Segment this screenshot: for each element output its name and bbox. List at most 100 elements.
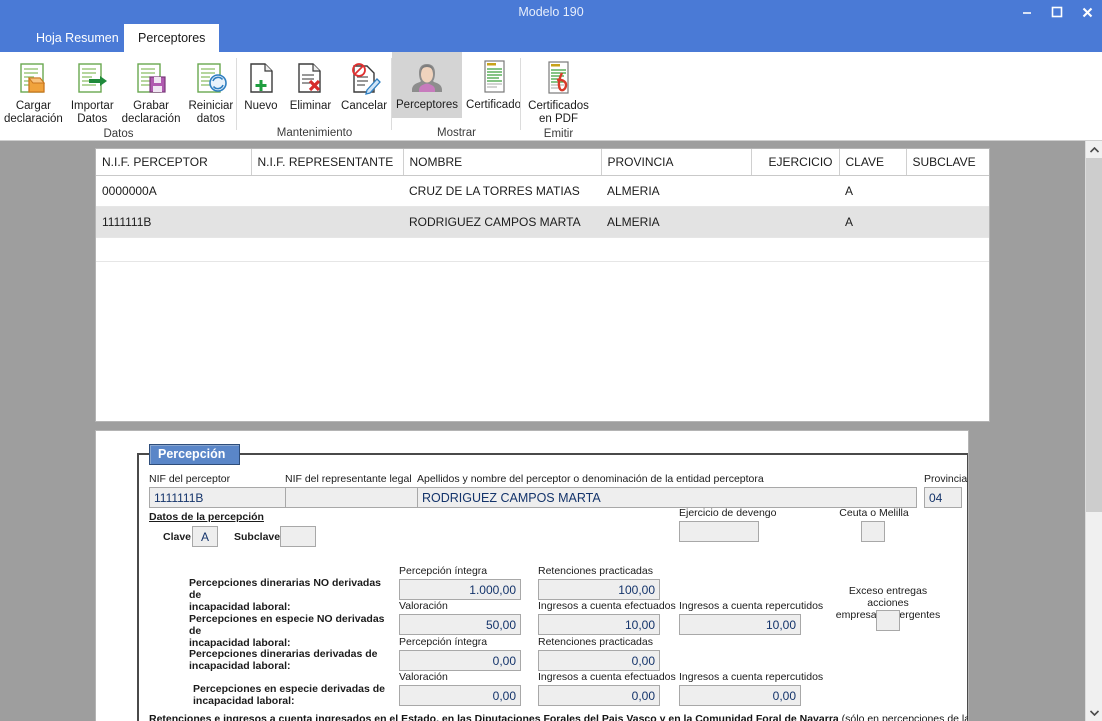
ribbon: Cargar declaración Importar Datos Grabar… — [0, 52, 1102, 141]
document-refresh-icon — [191, 58, 231, 100]
cell-subclave — [906, 175, 989, 207]
label-ceuta-melilla: Ceuta o Melilla — [839, 507, 909, 519]
column-header-nif-representante[interactable]: N.I.F. REPRESENTANTE — [251, 149, 404, 176]
table-row-empty — [96, 237, 989, 262]
vertical-scrollbar[interactable] — [1085, 141, 1102, 721]
ingresos-cuenta-repercutidos-2-input[interactable] — [679, 614, 801, 635]
provincia-input[interactable] — [924, 487, 962, 508]
ribbon-button-label: Cancelar — [341, 100, 388, 112]
cell-subclave — [906, 206, 989, 238]
person-icon — [407, 57, 447, 99]
ribbon-button-reiniciar-datos[interactable]: Reiniciar datos — [184, 56, 237, 126]
label-percepciones-especie-incapacidad: Percepciones en especie derivadas de inc… — [193, 683, 386, 707]
cell-clave: A — [839, 206, 906, 238]
ingresos-cuenta-repercutidos-4-input[interactable] — [679, 685, 801, 706]
label-percepciones-dinerarias-incapacidad: Percepciones dinerarias derivadas de inc… — [189, 648, 378, 672]
chevron-down-icon[interactable] — [1086, 704, 1102, 721]
ribbon-button-cancelar[interactable]: Cancelar — [337, 56, 391, 113]
label-clave: Clave: — [163, 531, 195, 543]
column-header-nombre[interactable]: NOMBRE — [403, 149, 602, 176]
label-percepciones-dinerarias-no-incapacidad: Percepciones dinerarias NO derivadas de … — [189, 577, 382, 613]
cell-nif-representante — [251, 175, 403, 207]
retenciones-practicadas-1-input[interactable] — [538, 579, 660, 600]
column-header-ejercicio[interactable]: EJERCICIO — [751, 149, 840, 176]
nif-perceptor-input[interactable] — [149, 487, 289, 508]
cell-nombre: RODRIGUEZ CAMPOS MARTA — [403, 206, 601, 238]
label-percepcion-integra-3: Percepción íntegra — [399, 636, 488, 648]
document-delete-x-icon — [291, 58, 329, 100]
column-header-clave[interactable]: CLAVE — [839, 149, 907, 176]
cell-provincia: ALMERIA — [601, 175, 751, 207]
nombre-perceptor-input[interactable] — [417, 487, 917, 508]
ribbon-group-mostrar: Perceptores Certificado Mostrar — [392, 52, 521, 141]
ribbon-tabstrip: Hoja Resumen Perceptores — [0, 24, 1102, 53]
label-nif-representante: NIF del representante legal — [285, 473, 412, 485]
ribbon-button-label: Cargar declaración — [4, 100, 63, 125]
tab-perceptores[interactable]: Perceptores — [124, 24, 220, 53]
exceso-acciones-input[interactable] — [876, 610, 900, 631]
perceptores-table: N.I.F. PERCEPTOR N.I.F. REPRESENTANTE NO… — [96, 149, 989, 262]
label-ejercicio-devengo: Ejercicio de devengo — [679, 507, 777, 519]
document-plus-icon — [242, 58, 280, 100]
table-row[interactable]: 1111111B RODRIGUEZ CAMPOS MARTA ALMERIA … — [96, 206, 989, 238]
ribbon-button-label: Nuevo — [244, 100, 278, 112]
column-header-subclave[interactable]: SUBCLAVE — [906, 149, 989, 176]
cell-ejercicio — [751, 206, 839, 238]
ingresos-cuenta-efectuados-4-input[interactable] — [538, 685, 660, 706]
ribbon-group-datos: Cargar declaración Importar Datos Grabar… — [0, 52, 237, 141]
label-ingresos-cuenta-repercutidos-2: Ingresos a cuenta repercutidos — [679, 600, 824, 612]
ribbon-group-title: Mantenimiento — [276, 127, 353, 139]
ceuta-melilla-input[interactable] — [861, 521, 885, 542]
cell-clave: A — [839, 175, 906, 207]
certificate-document-icon — [476, 57, 512, 99]
maximize-icon[interactable] — [1042, 0, 1072, 24]
chevron-up-icon[interactable] — [1086, 141, 1102, 158]
percepcion-groupbox: Percepción NIF del perceptor NIF del rep… — [137, 444, 968, 721]
ribbon-button-certificado[interactable]: Certificado — [462, 52, 525, 112]
percepcion-integra-1-input[interactable] — [399, 579, 521, 600]
ribbon-button-certificados-en-pdf[interactable]: Certificados en PDF — [524, 56, 593, 126]
ribbon-button-grabar-declaracion[interactable]: Grabar declaración — [118, 56, 185, 126]
ribbon-button-label: Importar Datos — [70, 100, 114, 125]
tab-hoja-resumen[interactable]: Hoja Resumen — [22, 24, 133, 52]
document-cancel-pencil-icon — [345, 58, 383, 100]
label-retenciones-practicadas-3: Retenciones practicadas — [538, 636, 653, 648]
percepcion-integra-3-input[interactable] — [399, 650, 521, 671]
ingresos-cuenta-efectuados-2-input[interactable] — [538, 614, 660, 635]
minimize-icon[interactable] — [1012, 0, 1042, 24]
column-header-nif-perceptor[interactable]: N.I.F. PERCEPTOR — [96, 149, 252, 176]
retenciones-heading-main: Retenciones e ingresos a cuenta ingresad… — [149, 713, 842, 721]
nif-representante-input[interactable] — [285, 487, 423, 508]
ribbon-button-perceptores[interactable]: Perceptores — [392, 52, 463, 118]
ribbon-button-label: Eliminar — [289, 100, 332, 112]
label-percepcion-integra-1: Percepción íntegra — [399, 565, 488, 577]
valoracion-2-input[interactable] — [399, 614, 521, 635]
subclave-input[interactable] — [280, 526, 316, 547]
window-titlebar: Modelo 190 — [0, 0, 1102, 24]
valoracion-4-input[interactable] — [399, 685, 521, 706]
table-header-row: N.I.F. PERCEPTOR N.I.F. REPRESENTANTE NO… — [96, 149, 989, 176]
ribbon-button-cargar-declaracion[interactable]: Cargar declaración — [0, 56, 67, 126]
table-row[interactable]: 0000000A CRUZ DE LA TORRES MATIAS ALMERI… — [96, 175, 989, 207]
retenciones-practicadas-3-input[interactable] — [538, 650, 660, 671]
column-header-provincia[interactable]: PROVINCIA — [601, 149, 752, 176]
ejercicio-devengo-input[interactable] — [679, 521, 759, 542]
clave-input[interactable] — [192, 526, 218, 547]
ribbon-button-label: Perceptores — [396, 99, 459, 111]
ribbon-button-eliminar[interactable]: Eliminar — [286, 56, 336, 113]
close-icon[interactable] — [1072, 0, 1102, 24]
ribbon-group-emitir: Certificados en PDF Emitir — [521, 52, 596, 141]
document-save-floppy-icon — [131, 58, 171, 100]
label-ingresos-cuenta-efectuados-2: Ingresos a cuenta efectuados — [538, 600, 676, 612]
ribbon-button-label: Grabar declaración — [121, 100, 181, 125]
cell-provincia: ALMERIA — [601, 206, 751, 238]
ribbon-group-title: Datos — [103, 128, 134, 140]
ribbon-button-importar-datos[interactable]: Importar Datos — [67, 56, 118, 126]
percepcion-groupbox-legend: Percepción — [149, 444, 241, 465]
label-nombre-perceptor: Apellidos y nombre del perceptor o denom… — [417, 473, 764, 485]
scrollbar-thumb[interactable] — [1086, 158, 1102, 512]
ribbon-button-nuevo[interactable]: Nuevo — [238, 56, 284, 113]
retenciones-heading-note: (sólo en percepciones de la clave E) — [841, 713, 968, 721]
cell-nif-representante — [251, 206, 403, 238]
label-retenciones-practicadas-1: Retenciones practicadas — [538, 565, 653, 577]
